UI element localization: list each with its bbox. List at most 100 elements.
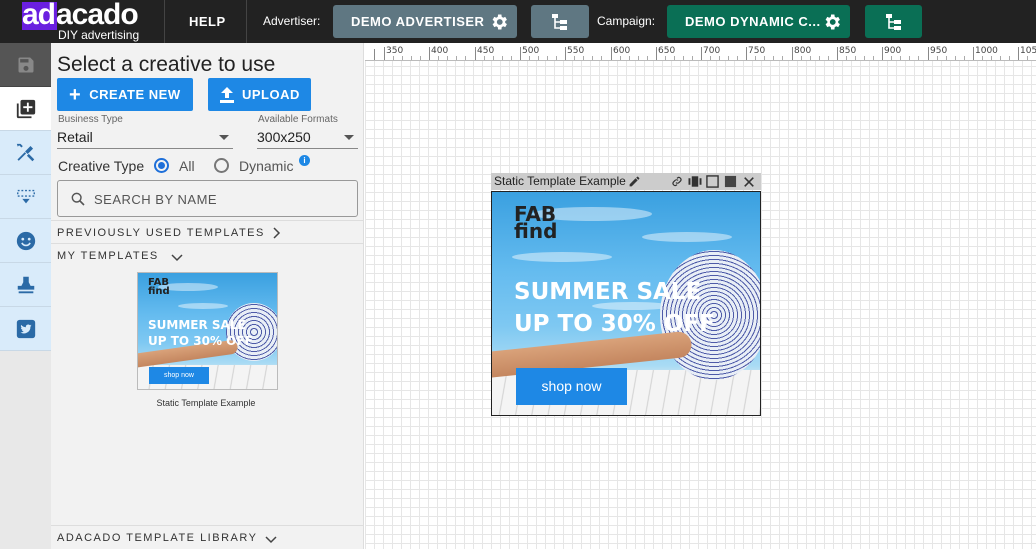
ad-shop-now-button[interactable]: shop now (516, 368, 627, 405)
ruler-major-tick (565, 47, 566, 60)
search-input[interactable]: SEARCH BY NAME (57, 180, 358, 217)
ruler-major-tick (611, 47, 612, 60)
radio-all[interactable] (154, 158, 169, 173)
ruler-major-tick (973, 47, 974, 60)
business-type-select[interactable]: Retail (57, 127, 233, 149)
ruler-minor-tick (574, 56, 575, 60)
ruler-major-tick (429, 47, 430, 60)
adacado-logo[interactable]: ad acado DIY advertising (22, 0, 150, 41)
ruler-minor-tick (592, 56, 593, 60)
my-templates-section[interactable]: MY TEMPLATES (51, 243, 364, 267)
ruler-minor-tick (773, 56, 774, 60)
ruler-major-tick (746, 47, 747, 60)
ruler-major-tick (928, 47, 929, 60)
ruler-minor-tick (728, 56, 729, 60)
close-icon[interactable] (743, 176, 755, 188)
rail-twitter[interactable] (0, 307, 51, 351)
previously-used-templates-section[interactable]: PREVIOUSLY USED TEMPLATES (51, 220, 364, 244)
ruler-origin-tick (374, 49, 375, 60)
ruler-minor-tick (937, 56, 938, 60)
rail-add-creative[interactable] (0, 87, 51, 131)
ruler-minor-tick (629, 56, 630, 60)
ruler-tick-label: 500 (522, 46, 540, 56)
headline-line1: SUMMER SALE (514, 279, 702, 305)
radio-all-label[interactable]: All (179, 158, 195, 174)
headline-line2: UP TO 30% OFF (148, 334, 253, 348)
rail-stamp[interactable] (0, 263, 51, 307)
ruler-major-tick (701, 47, 702, 60)
ruler-minor-tick (583, 56, 584, 60)
edit-pencil-icon[interactable] (628, 175, 641, 188)
help-link[interactable]: HELP (189, 14, 226, 29)
ruler-tick-label: 900 (884, 46, 902, 56)
ruler-minor-tick (737, 56, 738, 60)
campaign-tree-button[interactable] (865, 5, 922, 38)
brand-line2: find (514, 219, 558, 243)
creative-toolbar: Static Template Example (491, 173, 761, 190)
ruler-tick-label: 400 (431, 46, 449, 56)
create-new-button[interactable]: + CREATE NEW (57, 78, 193, 111)
creative-preview[interactable]: FAB find SUMMER SALE UP TO 30% OFF shop no… (491, 191, 761, 416)
gear-icon[interactable] (822, 12, 842, 32)
template-caption[interactable]: Static Template Example (121, 398, 291, 408)
thumb-shop-button: shop now (149, 367, 209, 384)
ruler-minor-tick (991, 56, 992, 60)
radio-dynamic-label[interactable]: Dynamic (239, 158, 293, 174)
hierarchy-icon (552, 13, 567, 30)
available-formats-select[interactable]: 300x250 (257, 127, 358, 149)
ruler-minor-tick (909, 56, 910, 60)
carousel-icon[interactable] (687, 175, 703, 188)
rail-emoji[interactable] (0, 219, 51, 263)
creative-type-label: Creative Type (58, 158, 145, 174)
ruler-minor-tick (647, 56, 648, 60)
brand-logo: FAB find (148, 278, 170, 297)
info-icon[interactable]: i (299, 155, 310, 166)
add-creative-icon (16, 99, 35, 118)
water-ripple (512, 252, 612, 262)
ad-headline: SUMMER SALE UP TO 30% OFF (514, 276, 715, 340)
advertiser-select-button[interactable]: DEMO ADVERTISER (333, 5, 517, 38)
rail-save[interactable] (0, 43, 51, 87)
available-formats-value: 300x250 (257, 129, 311, 145)
ruler-minor-tick (447, 56, 448, 60)
business-type-label: Business Type (58, 114, 123, 125)
campaign-label: Campaign: (597, 14, 656, 28)
rail-dropdown[interactable] (0, 175, 51, 219)
ruler-minor-tick (393, 56, 394, 60)
square-filled-icon[interactable] (724, 175, 737, 188)
ruler-minor-tick (511, 56, 512, 60)
ruler-minor-tick (665, 56, 666, 60)
rail-tools[interactable] (0, 131, 51, 175)
ruler-minor-tick (638, 56, 639, 60)
ruler-minor-tick (601, 56, 602, 60)
ruler-tick-label: 700 (703, 46, 721, 56)
horizontal-ruler: 350 400 450 500 550 600 650 700 750 800 850 900 950 1… (365, 43, 1036, 61)
available-formats-label: Available Formats (258, 114, 338, 125)
radio-dynamic[interactable] (214, 158, 229, 173)
ruler-tick-label: 800 (794, 46, 812, 56)
ruler-minor-tick (1027, 56, 1028, 60)
template-thumbnail[interactable]: FAB find SUMMER SALE UP TO 30% OFF shop no… (137, 272, 278, 390)
ruler-major-tick (792, 47, 793, 60)
ruler-minor-tick (493, 56, 494, 60)
ruler-minor-tick (819, 56, 820, 60)
ruler-minor-tick (547, 56, 548, 60)
advertiser-tree-button[interactable] (531, 5, 589, 38)
upload-button[interactable]: UPLOAD (208, 78, 311, 111)
design-canvas[interactable]: 350 400 450 500 550 600 650 700 750 800 850 900 950 1… (365, 43, 1036, 549)
ruler-minor-tick (556, 56, 557, 60)
ruler-major-tick (384, 47, 385, 60)
ruler-minor-tick (755, 56, 756, 60)
ruler-minor-tick (420, 56, 421, 60)
campaign-select-button[interactable]: DEMO DYNAMIC C... (667, 5, 850, 38)
gear-icon[interactable] (489, 12, 509, 32)
save-icon (18, 57, 33, 72)
ruler-minor-tick (801, 56, 802, 60)
link-icon[interactable] (670, 175, 684, 188)
ruler-major-tick (520, 47, 521, 60)
panel-title: Select a creative to use (57, 53, 276, 76)
square-outline-icon[interactable] (706, 175, 719, 188)
template-library-section[interactable]: ADACADO TEMPLATE LIBRARY (51, 525, 364, 549)
ruler-minor-tick (900, 56, 901, 60)
ruler-minor-tick (710, 56, 711, 60)
